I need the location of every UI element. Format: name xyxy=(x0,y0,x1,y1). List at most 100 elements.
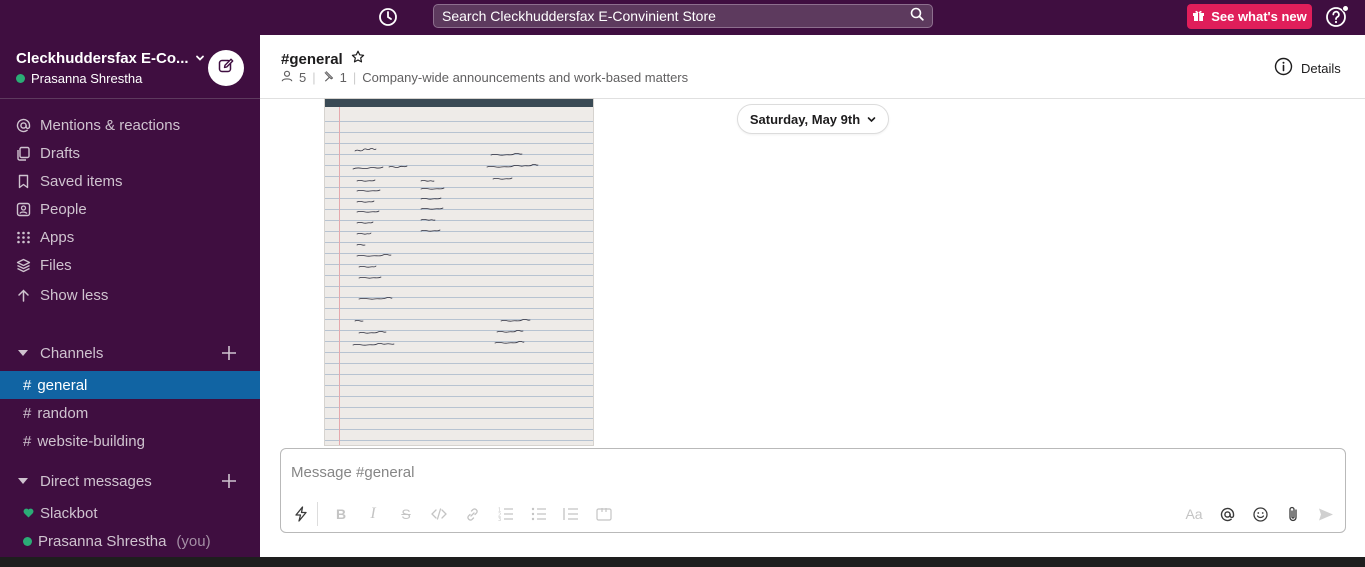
sidebar-item-label: Files xyxy=(40,256,72,274)
workspace-user[interactable]: Prasanna Shrestha xyxy=(16,71,142,86)
online-status-icon xyxy=(16,74,25,83)
chevron-down-icon xyxy=(867,112,876,127)
member-count[interactable]: 5 xyxy=(299,70,306,85)
handwriting-scribbles xyxy=(352,148,539,346)
text-format-icon[interactable]: Aa xyxy=(1184,504,1204,524)
channels-section-label: Channels xyxy=(40,344,104,362)
sidebar-item-apps[interactable]: Apps xyxy=(0,223,260,251)
heart-icon xyxy=(23,505,34,522)
compose-icon xyxy=(218,58,234,78)
message-input[interactable] xyxy=(291,461,1331,483)
blockquote-icon[interactable] xyxy=(561,504,581,524)
sidebar-item-label: Apps xyxy=(40,228,75,246)
bookmark-icon xyxy=(16,174,31,189)
ordered-list-icon[interactable]: 123 xyxy=(496,504,516,524)
strikethrough-icon[interactable]: S xyxy=(396,504,416,524)
sidebar-item-dm-self[interactable]: Prasanna Shrestha (you) xyxy=(0,527,260,555)
toolbar-divider xyxy=(317,502,318,526)
sidebar: Cleckhuddersfax E-Co... Prasanna Shresth… xyxy=(0,35,260,557)
drafts-icon xyxy=(16,146,31,161)
channel-name: random xyxy=(37,404,89,422)
channel-description: Company-wide announcements and work-base… xyxy=(362,70,689,85)
message-composer: B I S 123 Aa xyxy=(280,448,1346,533)
bold-icon[interactable]: B xyxy=(331,504,351,524)
sidebar-item-people[interactable]: People xyxy=(0,195,260,223)
details-button[interactable]: Details xyxy=(1274,57,1341,79)
mention-at-icon[interactable] xyxy=(1217,504,1237,524)
online-status-icon xyxy=(23,536,32,546)
attached-image-notebook[interactable] xyxy=(324,98,594,446)
add-dm-plus-icon[interactable] xyxy=(221,473,237,489)
whats-new-label: See what's new xyxy=(1211,9,1307,24)
search-bar[interactable]: Search Cleckhuddersfax E-Convinient Stor… xyxy=(433,4,933,28)
files-layers-icon xyxy=(16,258,31,273)
code-block-icon[interactable] xyxy=(594,504,614,524)
channels-section-header[interactable]: Channels xyxy=(0,339,260,367)
sidebar-item-label: Show less xyxy=(40,286,109,304)
margin-line xyxy=(339,99,340,445)
channel-title: #general xyxy=(281,50,343,68)
hash-icon: # xyxy=(23,432,32,450)
hash-icon: # xyxy=(23,404,32,422)
dm-name: Prasanna Shrestha xyxy=(38,532,167,550)
apps-grid-icon xyxy=(16,230,31,245)
chevron-down-icon xyxy=(195,50,205,67)
caret-down-icon xyxy=(18,478,28,484)
star-icon[interactable] xyxy=(351,50,365,68)
pin-icon[interactable] xyxy=(322,70,334,85)
channel-name: website-building xyxy=(37,432,145,450)
shortcuts-lightning-icon[interactable] xyxy=(291,504,311,524)
sidebar-item-drafts[interactable]: Drafts xyxy=(0,139,260,167)
bulleted-list-icon[interactable] xyxy=(529,504,549,524)
image-top-edge xyxy=(325,99,593,107)
sidebar-item-channel-random[interactable]: # random xyxy=(0,399,260,427)
people-icon xyxy=(16,202,31,217)
channel-meta: 5 | 1 | Company-wide announcements and w… xyxy=(281,70,688,85)
attachment-icon[interactable] xyxy=(1283,504,1303,524)
workspace-user-name: Prasanna Shrestha xyxy=(31,71,143,86)
svg-text:3: 3 xyxy=(498,517,501,521)
sidebar-item-label: Mentions & reactions xyxy=(40,116,181,134)
dms-section-header[interactable]: Direct messages xyxy=(0,467,260,495)
divider: | xyxy=(352,70,357,85)
sidebar-item-channel-general[interactable]: # general xyxy=(0,371,260,399)
date-label: Saturday, May 9th xyxy=(749,111,861,127)
compose-button[interactable] xyxy=(208,50,244,86)
gift-icon xyxy=(1192,9,1205,25)
sidebar-item-label: Saved items xyxy=(40,172,123,190)
members-icon[interactable] xyxy=(281,70,293,85)
details-label: Details xyxy=(1301,60,1341,76)
search-placeholder: Search Cleckhuddersfax E-Convinient Stor… xyxy=(442,8,716,24)
search-icon xyxy=(910,7,924,25)
window-bottom-edge xyxy=(0,557,1365,567)
sidebar-item-files[interactable]: Files xyxy=(0,251,260,279)
pin-count[interactable]: 1 xyxy=(340,70,347,85)
code-icon[interactable] xyxy=(429,504,449,524)
emoji-icon[interactable] xyxy=(1250,504,1270,524)
sidebar-item-show-less[interactable]: Show less xyxy=(0,281,260,309)
top-bar: Search Cleckhuddersfax E-Convinient Stor… xyxy=(0,0,1365,35)
dm-name: Slackbot xyxy=(40,504,98,522)
divider: | xyxy=(312,70,316,85)
help-icon[interactable] xyxy=(1325,5,1349,29)
sidebar-item-mentions[interactable]: Mentions & reactions xyxy=(0,111,260,139)
you-tag: (you) xyxy=(176,532,211,550)
workspace-name-button[interactable]: Cleckhuddersfax E-Co... xyxy=(16,50,205,67)
caret-down-icon xyxy=(18,350,28,356)
see-whats-new-button[interactable]: See what's new xyxy=(1187,4,1312,29)
send-icon[interactable] xyxy=(1316,504,1336,524)
sidebar-item-channel-website-building[interactable]: # website-building xyxy=(0,427,260,455)
add-channel-plus-icon[interactable] xyxy=(221,345,237,361)
at-icon xyxy=(16,118,31,133)
composer-toolbar: B I S 123 Aa xyxy=(281,500,1345,528)
channel-title-button[interactable]: #general xyxy=(281,50,365,68)
workspace-name: Cleckhuddersfax E-Co... xyxy=(16,50,189,67)
sidebar-item-dm-slackbot[interactable]: Slackbot xyxy=(0,499,260,527)
history-icon[interactable] xyxy=(377,6,399,28)
sidebar-nav: Mentions & reactions Drafts Saved items … xyxy=(0,111,260,309)
sidebar-item-label: Drafts xyxy=(40,144,81,162)
sidebar-item-saved[interactable]: Saved items xyxy=(0,167,260,195)
date-divider-button[interactable]: Saturday, May 9th xyxy=(737,104,889,134)
italic-icon[interactable]: I xyxy=(363,504,383,524)
link-icon[interactable] xyxy=(462,504,482,524)
